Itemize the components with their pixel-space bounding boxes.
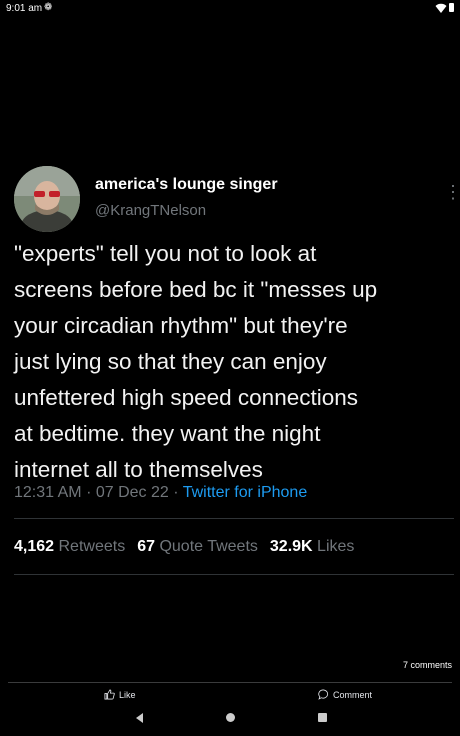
footer-divider xyxy=(8,682,452,683)
divider-2 xyxy=(14,574,454,575)
avatar[interactable] xyxy=(14,166,80,232)
tweet-source-link[interactable]: Twitter for iPhone xyxy=(183,484,308,501)
settings-icon: ❁ xyxy=(44,2,53,13)
home-icon[interactable] xyxy=(226,713,235,722)
wifi-icon xyxy=(435,3,447,13)
comment-icon xyxy=(318,689,329,700)
recents-icon[interactable] xyxy=(318,713,327,722)
likes-label: Likes xyxy=(317,538,355,555)
like-label: Like xyxy=(119,689,136,700)
display-name[interactable]: america's lounge singer xyxy=(95,176,278,194)
comment-button[interactable]: Comment xyxy=(318,689,372,700)
status-time: 9:01 am xyxy=(6,3,43,14)
more-glyph: ⋮ xyxy=(444,182,460,202)
status-bar: 9:01 am ❁ xyxy=(0,0,460,18)
tweet-meta: 12:31 AM · 07 Dec 22 · Twitter for iPhon… xyxy=(14,484,307,502)
meta-separator: · xyxy=(86,484,92,501)
comment-label: Comment xyxy=(333,689,373,700)
quotes-label: Quote Tweets xyxy=(159,538,258,555)
likes-stat[interactable]: 32.9K Likes xyxy=(270,538,355,555)
tweet-stats: 4,162 Retweets 67 Quote Tweets 32.9K Likes xyxy=(14,538,354,556)
divider xyxy=(14,518,454,519)
tweet-text: "experts" tell you not to look at screen… xyxy=(14,241,378,482)
like-button[interactable]: Like xyxy=(104,689,136,700)
retweets-count: 4,162 xyxy=(14,538,55,555)
user-handle[interactable]: @KrangTNelson xyxy=(95,202,206,219)
meta-separator-2: · xyxy=(173,484,179,501)
like-icon xyxy=(104,689,115,700)
tweet-date: 07 Dec 22 xyxy=(95,484,169,501)
likes-count: 32.9K xyxy=(269,538,313,555)
battery-icon xyxy=(449,3,454,12)
more-icon[interactable]: ⋮ xyxy=(444,180,460,204)
retweets-label: Retweets xyxy=(58,538,126,555)
retweets-stat[interactable]: 4,162 Retweets xyxy=(14,538,125,555)
tweet-time: 12:31 AM xyxy=(14,484,82,501)
back-icon[interactable] xyxy=(136,713,143,723)
comments-count[interactable]: 7 comments xyxy=(0,660,452,670)
quotes-count: 67 xyxy=(137,538,155,555)
quotes-stat[interactable]: 67 Quote Tweets xyxy=(137,538,258,555)
